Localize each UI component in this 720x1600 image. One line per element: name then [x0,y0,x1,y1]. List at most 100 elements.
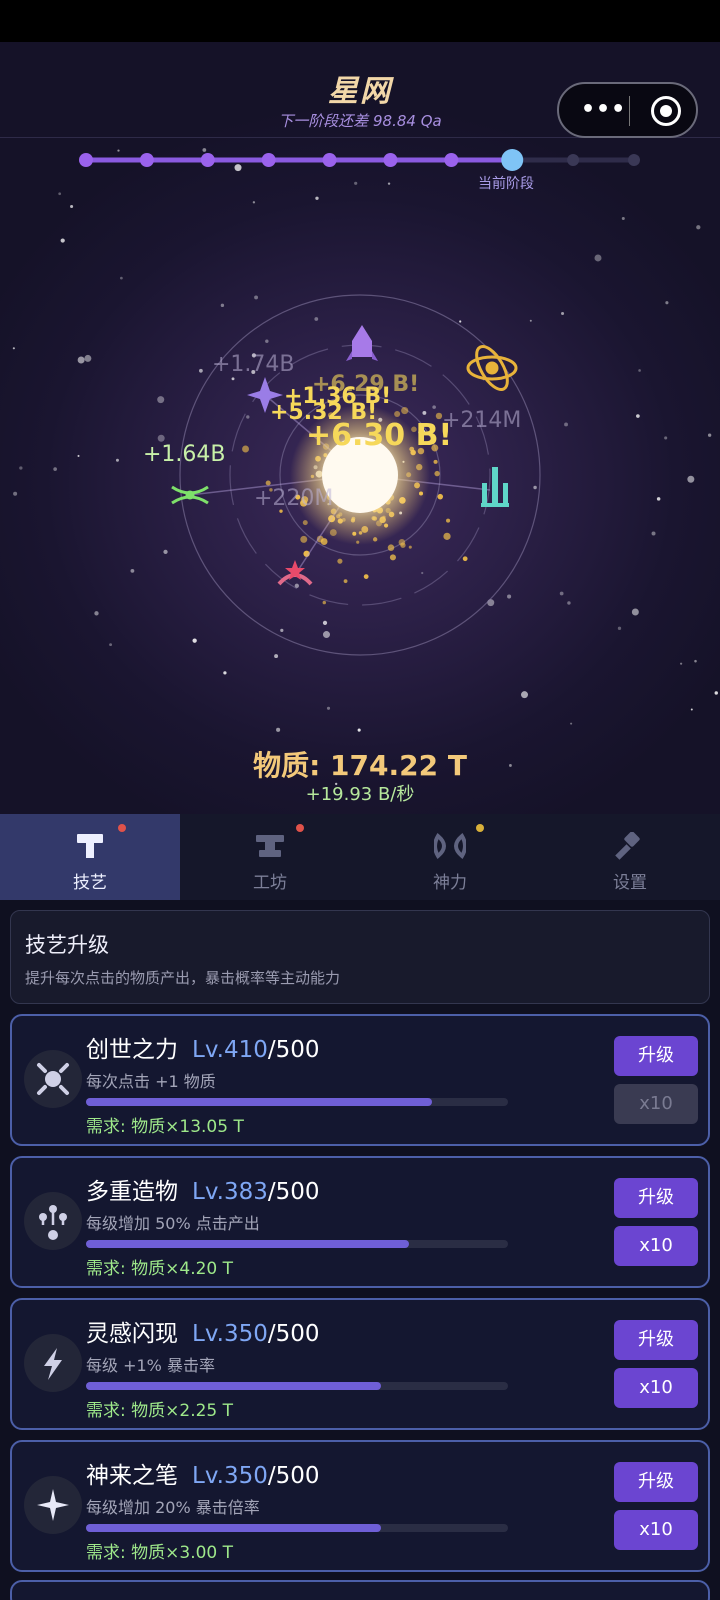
skill-progress-bar [86,1524,508,1532]
tab-settings[interactable]: 设置 [540,814,720,900]
skill-description: 每次点击 +1 物质 [86,1072,216,1091]
star [246,415,250,419]
notification-dot [296,824,304,832]
matter-particle [363,574,369,579]
skill-card: 多重造物 Lv.383/500 每级增加 50% 点击产出 需求: 物质×4.20… [10,1156,710,1288]
star [199,368,203,373]
star [252,201,256,204]
star [656,497,661,501]
matter-particle [320,538,328,545]
star [680,662,683,665]
tab-divine[interactable]: 神力 [360,814,540,900]
star [70,204,74,209]
skill-name: 创世之力 [86,1037,178,1063]
skill-max-level: /500 [267,1037,320,1063]
tab-workshop[interactable]: 工坊 [180,814,360,900]
skill-requirement: 需求: 物质×2.25 T [86,1401,234,1421]
star [58,192,62,196]
atom-icon[interactable] [466,342,518,395]
stage-node [628,154,640,166]
skill-progress-bar [86,1240,508,1248]
stage-node [139,153,154,167]
star [94,611,99,616]
wrench-icon [615,832,640,860]
upgrade-button[interactable]: 升级 [614,1178,698,1218]
star [387,182,391,185]
anvil-icon [256,835,284,857]
floating-gain: +214M [442,408,522,433]
tab-label: 神力 [433,873,467,893]
upgrade-x10-button[interactable]: x10 [614,1368,698,1408]
upgrade-x10-button[interactable]: x10 [614,1510,698,1550]
matter-particle [401,406,409,415]
skill-progress-fill [86,1098,433,1106]
skill-progress-bar [86,1382,508,1390]
matter-particle [462,556,468,562]
star [567,601,571,605]
current-stage-label: 当前阶段 [478,176,534,192]
close-target-icon[interactable] [651,96,681,126]
satellite-icon[interactable] [171,485,209,505]
skill-progress-fill [86,1382,382,1390]
upgrade-x10-button[interactable]: x10 [614,1226,698,1266]
matter-particle [400,542,406,548]
floating-gain: +6.30 B! [306,418,453,453]
star [487,599,495,607]
star [109,643,113,647]
skill-progress-bar [86,1098,508,1106]
capsule-divider [629,96,630,126]
stage-node [79,153,93,167]
matter-particle [265,480,271,486]
star [12,347,15,350]
star [192,638,197,643]
tab-label: 设置 [613,873,647,893]
skill-max-level: /500 [267,1463,320,1489]
skill-card: 灵感闪现 Lv.350/500 每级 +1% 暴击率 需求: 物质×2.25 T … [10,1298,710,1430]
matter-particle [408,545,412,549]
skill-max-level: /500 [267,1321,320,1347]
star [231,377,235,381]
floating-gain: +220M [254,486,334,511]
star [354,181,358,185]
floating-gain: +1.74B [212,352,295,377]
stage-node [200,153,215,167]
matter-particle [343,579,348,584]
skill-level: Lv.410 [192,1037,268,1063]
upgrade-button[interactable]: 升级 [614,1462,698,1502]
upgrade-x10-button[interactable]: x10 [614,1084,698,1124]
stage-progress [79,149,640,171]
star [322,620,328,625]
more-menu-icon[interactable]: ••• [581,97,626,123]
star [163,549,168,555]
upgrade-button[interactable]: 升级 [614,1036,698,1076]
upgrade-button[interactable]: 升级 [614,1320,698,1360]
star [157,396,165,404]
star [223,671,227,675]
star [570,722,573,725]
star [157,434,165,442]
star [357,728,361,732]
star [529,319,532,322]
star [60,238,65,243]
skill-requirement: 需求: 物质×13.05 T [86,1117,244,1137]
sparkle-star-icon [24,1476,82,1534]
floating-gain: +1.64B [143,442,226,467]
star [507,594,512,599]
skill-progress-fill [86,1240,410,1248]
matter-particle [242,445,249,453]
stage-node [383,153,398,167]
matter-particle [433,459,438,464]
star [636,414,640,418]
matter-particle [322,600,326,605]
star [115,458,119,462]
tower-icon[interactable] [481,467,509,507]
rocket-icon[interactable] [346,325,378,361]
matter-particle [387,544,395,551]
tab-craft[interactable]: 技艺 [0,814,180,900]
star [696,225,701,230]
matter-particle [437,493,444,500]
skill-title: 灵感闪现 Lv.350/500 [86,1314,320,1348]
skill-requirement: 需求: 物质×3.00 T [86,1543,234,1563]
genesis-burst-icon [24,1050,82,1108]
ufo-icon[interactable] [277,560,313,586]
